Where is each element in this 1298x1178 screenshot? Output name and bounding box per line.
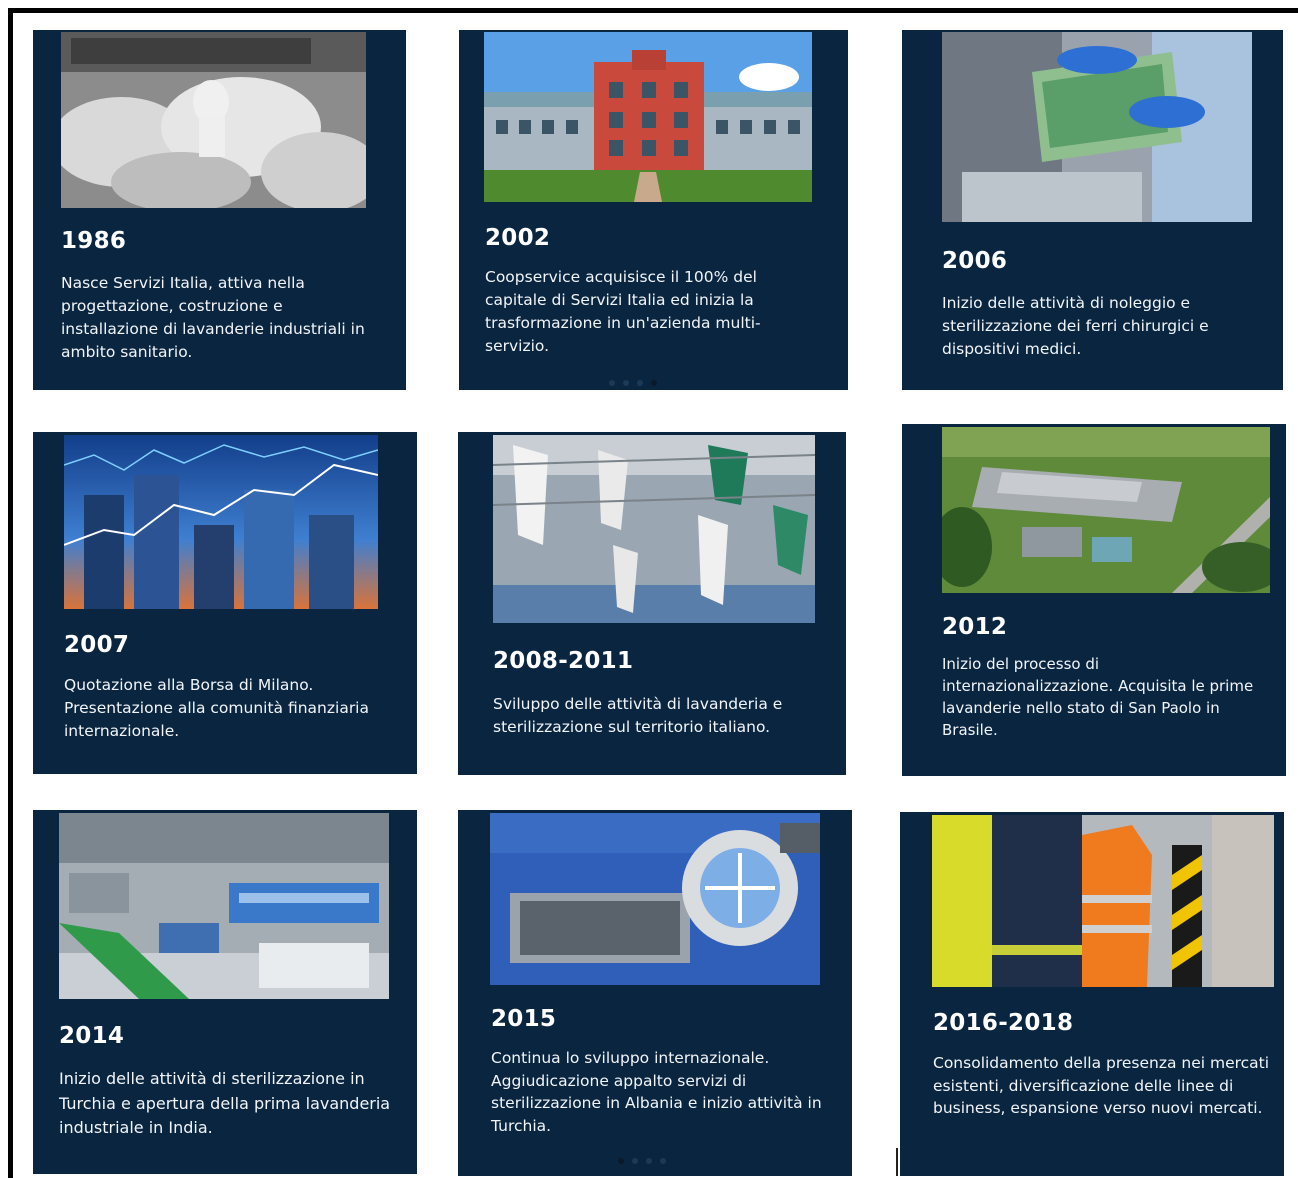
timeline-card-2002: 2002 Coopservice acquisisce il 100% del …	[459, 30, 848, 390]
timeline-card-2007: 2007 Quotazione alla Borsa di Milano. Pr…	[33, 432, 417, 774]
carousel-dots	[609, 380, 657, 386]
frame-divider	[896, 1148, 898, 1176]
headquarters-building-image	[484, 32, 812, 202]
stock-chart-image	[64, 435, 378, 609]
timeline-description: Coopservice acquisisce il 100% del capit…	[485, 268, 761, 355]
carousel-dot[interactable]	[660, 1158, 666, 1164]
timeline-year: 2006	[942, 248, 1008, 274]
timeline-card-2008-2011: 2008-2011 Sviluppo delle attività di lav…	[458, 432, 846, 775]
timeline-description: Nasce Servizi Italia, attiva nella proge…	[61, 274, 365, 361]
carousel-dots	[618, 1158, 666, 1164]
aerial-plant-image	[942, 427, 1270, 593]
timeline-description: Sviluppo delle attività di lavanderia e …	[493, 695, 783, 736]
timeline-description: Quotazione alla Borsa di Milano. Present…	[64, 676, 369, 740]
timeline-card-2006: 2006 Inizio delle attività di noleggio e…	[902, 30, 1283, 390]
timeline-description: Inizio del processo di internazionalizza…	[942, 655, 1254, 739]
frame-left-border	[8, 8, 13, 1178]
frame-top-border	[8, 8, 1298, 13]
timeline-description: Continua lo sviluppo internazionale. Agg…	[491, 1049, 822, 1135]
timeline-year: 2016-2018	[933, 1010, 1074, 1036]
surgical-instruments-image	[490, 813, 820, 985]
carousel-dot[interactable]	[609, 380, 615, 386]
timeline-description: Inizio delle attività di noleggio e ster…	[942, 294, 1209, 358]
timeline-year: 2007	[64, 632, 130, 658]
timeline-card-2015: 2015 Continua lo sviluppo internazionale…	[458, 810, 852, 1176]
workwear-image	[932, 815, 1274, 987]
carousel-dot-active[interactable]	[651, 380, 657, 386]
carousel-dot[interactable]	[632, 1158, 638, 1164]
timeline-card-2016-2018: 2016-2018 Consolidamento della presenza …	[900, 812, 1284, 1176]
sterilization-facility-image	[59, 813, 389, 999]
carousel-dot[interactable]	[637, 380, 643, 386]
carousel-dot-active[interactable]	[618, 1158, 624, 1164]
timeline-year: 2015	[491, 1006, 557, 1032]
timeline-description: Consolidamento della presenza nei mercat…	[933, 1054, 1270, 1117]
timeline-year: 2008-2011	[493, 648, 634, 674]
surgical-tray-image	[942, 32, 1252, 222]
timeline-year: 2012	[942, 614, 1008, 640]
timeline-year: 1986	[61, 228, 127, 254]
laundry-workers-image	[61, 32, 366, 208]
timeline-card-2014: 2014 Inizio delle attività di sterilizza…	[33, 810, 417, 1174]
hanging-garments-image	[493, 435, 815, 623]
carousel-dot[interactable]	[623, 380, 629, 386]
timeline-card-1986: 1986 Nasce Servizi Italia, attiva nella …	[33, 30, 406, 390]
timeline-year: 2014	[59, 1023, 125, 1049]
timeline-description: Inizio delle attività di sterilizzazione…	[59, 1069, 391, 1137]
timeline-year: 2002	[485, 225, 551, 251]
carousel-dot[interactable]	[646, 1158, 652, 1164]
timeline-card-2012: 2012 Inizio del processo di internaziona…	[902, 424, 1286, 776]
